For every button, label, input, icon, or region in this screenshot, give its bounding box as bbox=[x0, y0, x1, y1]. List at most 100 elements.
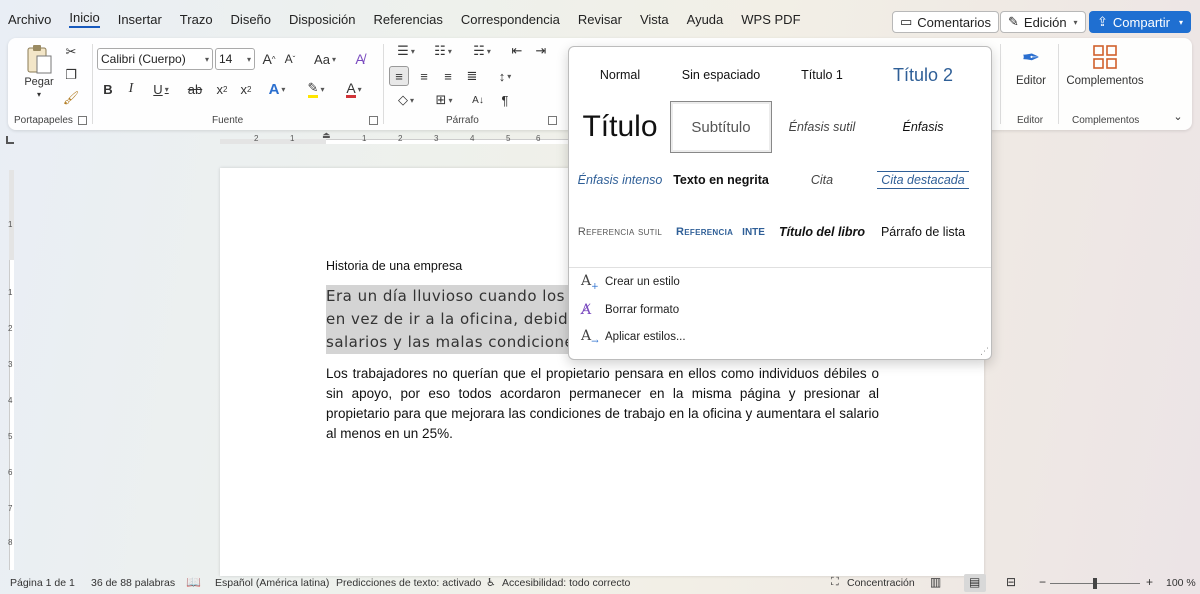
tab-ayuda[interactable]: Ayuda bbox=[687, 12, 724, 27]
paragraph-launcher-icon[interactable] bbox=[548, 116, 557, 125]
chevron-down-icon[interactable]: ▾ bbox=[31, 90, 47, 99]
superscript-icon[interactable]: x2 bbox=[237, 79, 255, 99]
page-count[interactable]: Página 1 de 1 bbox=[10, 577, 75, 589]
tab-archivo[interactable]: Archivo bbox=[8, 12, 51, 27]
apply-styles-icon: A→ bbox=[581, 327, 599, 347]
body-paragraph[interactable]: Los trabajadores no querían que el propi… bbox=[326, 364, 879, 444]
align-left-icon[interactable]: ≡ bbox=[389, 66, 409, 86]
style-titulo-del-libro[interactable]: Título del libro bbox=[771, 206, 873, 258]
align-center-icon[interactable]: ≡ bbox=[414, 66, 434, 86]
document-title[interactable]: Historia de una empresa bbox=[326, 259, 462, 273]
style-enfasis-sutil[interactable]: Énfasis sutil bbox=[771, 101, 873, 153]
pilcrow-icon[interactable]: ¶ bbox=[496, 90, 514, 110]
style-subtitulo[interactable]: Subtítulo bbox=[670, 101, 772, 153]
font-launcher-icon[interactable] bbox=[369, 116, 378, 125]
justify-icon[interactable]: ≣ bbox=[462, 66, 482, 86]
borders-button[interactable]: ⊞ ▾ bbox=[428, 90, 460, 110]
style-referencia[interactable]: Referencia bbox=[676, 226, 733, 238]
style-enfasis[interactable]: Énfasis bbox=[872, 101, 974, 153]
word-count[interactable]: 36 de 88 palabras bbox=[91, 577, 175, 589]
format-painter-icon[interactable]: 🖌 bbox=[62, 90, 80, 106]
bullets-button[interactable]: ☰ ▾ bbox=[391, 42, 421, 60]
style-titulo-2[interactable]: Título 2 bbox=[872, 49, 974, 101]
style-cita[interactable]: Cita bbox=[771, 154, 873, 206]
zoom-level[interactable]: 100 % bbox=[1166, 577, 1196, 589]
clipboard-launcher-icon[interactable] bbox=[78, 116, 87, 125]
increase-indent-icon[interactable]: ⇥ bbox=[532, 42, 550, 60]
text-effects-button[interactable]: A ▾ bbox=[262, 79, 292, 99]
decrease-indent-icon[interactable]: ⇤ bbox=[508, 42, 526, 60]
editor-icon[interactable]: ✒ bbox=[1014, 42, 1048, 74]
style-referencia-sutil[interactable]: Referencia sutil bbox=[569, 206, 671, 258]
tab-inicio[interactable]: Inicio bbox=[69, 10, 100, 28]
numbering-button[interactable]: ☷ ▾ bbox=[428, 42, 458, 60]
style-titulo[interactable]: Título bbox=[569, 101, 671, 153]
create-style-button[interactable]: A+ Crear un estilo bbox=[581, 271, 680, 293]
style-cita-destacada[interactable]: Cita destacada bbox=[872, 154, 974, 206]
sort-icon[interactable]: A↓ bbox=[468, 90, 488, 110]
comments-button[interactable]: ▭ Comentarios bbox=[892, 11, 999, 33]
clear-format-button[interactable]: A̸ Borrar formato bbox=[581, 299, 679, 321]
tab-selector-icon[interactable] bbox=[6, 136, 14, 144]
zoom-in-button[interactable]: + bbox=[1146, 575, 1153, 589]
addins-button[interactable]: Complementos bbox=[1064, 75, 1146, 87]
font-name-select[interactable]: Calibri (Cuerpo) ▾ bbox=[97, 48, 213, 70]
copy-icon[interactable]: ❐ bbox=[62, 67, 80, 83]
vertical-ruler[interactable]: 1 1 2 3 4 5 6 7 8 bbox=[6, 170, 18, 570]
text-predictions[interactable]: Predicciones de texto: activado bbox=[336, 577, 481, 589]
cut-icon[interactable]: ✂ bbox=[62, 44, 80, 60]
addins-icon[interactable] bbox=[1090, 42, 1120, 72]
style-referencia-intensa[interactable]: Inte bbox=[742, 227, 765, 238]
italic-icon[interactable]: I bbox=[123, 79, 139, 99]
tab-correspondencia[interactable]: Correspondencia bbox=[461, 12, 560, 27]
indent-marker-icon[interactable]: ⏏ bbox=[322, 130, 331, 141]
tab-revisar[interactable]: Revisar bbox=[578, 12, 622, 27]
proofing-icon[interactable]: 📖 bbox=[186, 575, 201, 589]
strikethrough-icon[interactable]: ab bbox=[184, 79, 206, 99]
zoom-out-button[interactable]: − bbox=[1039, 575, 1046, 589]
read-mode-icon[interactable]: ▥ bbox=[930, 575, 941, 589]
style-titulo-1[interactable]: Título 1 bbox=[771, 49, 873, 101]
shrink-font-icon[interactable]: Aˇ bbox=[281, 49, 299, 69]
underline-button[interactable]: U ▾ bbox=[147, 79, 175, 99]
share-button[interactable]: ⇪ Compartir ▾ bbox=[1089, 11, 1191, 33]
style-normal[interactable]: Normal bbox=[569, 49, 671, 101]
change-case-button[interactable]: Aa ▾ bbox=[310, 49, 340, 69]
editor-button[interactable]: Editor bbox=[1006, 75, 1056, 87]
tab-vista[interactable]: Vista bbox=[640, 12, 669, 27]
font-color-button[interactable]: A ▾ bbox=[338, 79, 370, 99]
resize-grip-icon[interactable]: ⋰ bbox=[980, 346, 989, 357]
tab-diseno[interactable]: Diseño bbox=[231, 12, 271, 27]
multilevel-list-button[interactable]: ☵ ▾ bbox=[466, 42, 498, 60]
collapse-ribbon-icon[interactable]: ⌄ bbox=[1170, 108, 1186, 124]
tab-insertar[interactable]: Insertar bbox=[118, 12, 162, 27]
paste-button[interactable]: Pegar bbox=[20, 76, 58, 88]
web-layout-icon[interactable]: ⊟ bbox=[1006, 575, 1016, 589]
align-right-icon[interactable]: ≡ bbox=[438, 66, 458, 86]
tab-referencias[interactable]: Referencias bbox=[374, 12, 443, 27]
clear-format-icon: A̸ bbox=[581, 302, 592, 318]
zoom-slider-thumb[interactable] bbox=[1093, 578, 1097, 589]
tab-trazo[interactable]: Trazo bbox=[180, 12, 213, 27]
apply-styles-button[interactable]: A→ Aplicar estilos... bbox=[581, 326, 686, 348]
style-sin-espaciado[interactable]: Sin espaciado bbox=[670, 49, 772, 101]
line-spacing-button[interactable]: ↕ ▾ bbox=[490, 66, 520, 86]
style-parrafo-de-lista[interactable]: Párrafo de lista bbox=[872, 206, 974, 258]
accessibility-status[interactable]: Accesibilidad: todo correcto bbox=[502, 577, 630, 589]
bold-icon[interactable]: B bbox=[100, 79, 116, 99]
subscript-icon[interactable]: x2 bbox=[213, 79, 231, 99]
shading-button[interactable]: ◇ ▾ bbox=[391, 90, 421, 110]
print-layout-icon[interactable]: ▤ bbox=[969, 575, 980, 589]
language[interactable]: Español (América latina) bbox=[215, 577, 329, 589]
font-size-select[interactable]: 14 ▾ bbox=[215, 48, 255, 70]
tab-wps-pdf[interactable]: WPS PDF bbox=[741, 12, 800, 27]
clear-formatting-icon[interactable]: A̸ bbox=[351, 49, 369, 69]
grow-font-icon[interactable]: A ^ bbox=[260, 49, 278, 69]
editing-button[interactable]: ✎ Edición ▾ bbox=[1000, 11, 1086, 33]
paste-icon[interactable] bbox=[22, 42, 56, 76]
tab-disposicion[interactable]: Disposición bbox=[289, 12, 355, 27]
highlight-button[interactable]: ✎ ▾ bbox=[300, 79, 332, 99]
style-enfasis-intenso[interactable]: Énfasis intenso bbox=[569, 154, 671, 206]
focus-mode-button[interactable]: Concentración bbox=[847, 577, 915, 589]
style-texto-en-negrita[interactable]: Texto en negrita bbox=[670, 154, 772, 206]
